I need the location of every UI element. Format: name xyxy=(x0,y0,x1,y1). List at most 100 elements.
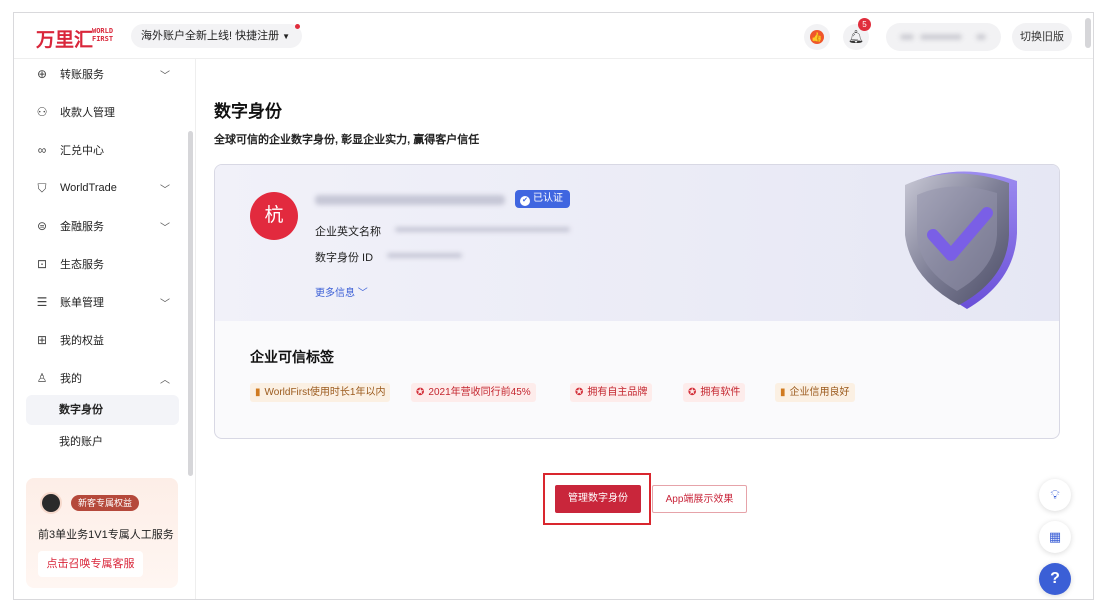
sidebar-item-label: 转账服务 xyxy=(60,69,104,81)
verified-label: 已认证 xyxy=(533,193,563,204)
bell-icon: 🔔︎ xyxy=(847,29,865,44)
service-agent-avatar xyxy=(40,492,62,514)
shield-check-illustration xyxy=(905,171,1017,309)
user-account-pill[interactable] xyxy=(886,23,1001,51)
gift-icon: ⊞ xyxy=(36,333,48,347)
sidebar-item-mine[interactable]: ♙ 我的 ︿ xyxy=(26,363,180,393)
sidebar-item-payee[interactable]: ⚇ 收款人管理 xyxy=(26,97,180,127)
top-header: 万里汇 WORLD FIRST 海外账户全新上线! 快捷注册 ▼ 👍 🔔︎ 5 切… xyxy=(14,13,1093,59)
identity-card: 杭 ✔ 已认证 企业英文名称 数字身份 ID 更多信息 ﹀ 企业可信标签 ▮ W… xyxy=(214,164,1060,439)
logo-english-line2: FIRST xyxy=(92,35,114,43)
finance-icon: ⊜ xyxy=(36,219,48,233)
promo-dot-icon xyxy=(295,24,301,29)
shield-check-icon: ✔ xyxy=(520,196,530,206)
sidebar-item-finance[interactable]: ⊜ 金融服务 ﹀ xyxy=(26,211,180,241)
user-icon: ♙ xyxy=(36,371,48,385)
notification-badge: 5 xyxy=(858,18,871,31)
chevron-up-icon: ︿ xyxy=(160,374,170,386)
chevron-down-icon: ﹀ xyxy=(160,70,170,82)
caret-down-icon: ▼ xyxy=(282,32,291,41)
sidebar-subitem-my-account[interactable]: 我的账户 xyxy=(26,427,179,457)
english-name-value-blurred xyxy=(395,227,570,232)
payee-icon: ⚇ xyxy=(36,105,48,119)
trust-tag-label: 拥有软件 xyxy=(700,387,741,398)
digital-id-value-blurred xyxy=(387,253,462,258)
bookmark-icon: ▮ xyxy=(780,387,786,398)
sidebar-item-label: 收款人管理 xyxy=(60,107,115,119)
trust-tag: ▮ WorldFirst使用时长1年以内 xyxy=(250,383,391,402)
sidebar: ⊕ 转账服务 ﹀ ⚇ 收款人管理 ∞ 汇兑中心 ⛉ WorldTrade ﹀ ⊜… xyxy=(14,59,196,599)
sidebar-item-benefits[interactable]: ⊞ 我的权益 xyxy=(26,325,180,355)
sidebar-item-label: 账单管理 xyxy=(60,297,104,309)
lightbulb-button[interactable]: 💡︎ xyxy=(1039,479,1071,511)
switch-old-version-button[interactable]: 切换旧版 xyxy=(1012,23,1072,51)
sidebar-item-label: 汇兑中心 xyxy=(60,145,104,157)
page-title: 数字身份 xyxy=(214,102,282,121)
user-avatar-blurred xyxy=(900,34,914,40)
sidebar-subitem-digital-identity[interactable]: 数字身份 xyxy=(26,395,179,425)
company-name-blurred xyxy=(315,195,505,205)
qr-code-button[interactable]: ▦ xyxy=(1039,521,1071,553)
trust-tag-label: WorldFirst使用时长1年以内 xyxy=(264,387,386,398)
exchange-icon: ∞ xyxy=(37,143,47,157)
page-scrollbar-thumb[interactable] xyxy=(1085,18,1091,48)
chevron-down-icon: ﹀ xyxy=(160,222,170,234)
promo-banner[interactable]: 海外账户全新上线! 快捷注册 ▼ xyxy=(131,24,303,48)
company-avatar: 杭 xyxy=(250,192,298,240)
sidebar-item-ecosystem[interactable]: ⊡ 生态服务 xyxy=(26,249,180,279)
sidebar-item-label: 我的 xyxy=(60,373,82,385)
trust-tag: ✪ 拥有自主品牌 xyxy=(570,383,653,402)
sidebar-item-label: 生态服务 xyxy=(60,259,104,271)
digital-id-label: 数字身份 ID xyxy=(315,252,374,264)
page-subtitle: 全球可信的企业数字身份, 彰显企业实力, 赢得客户信任 xyxy=(214,134,480,146)
user-menu-blurred xyxy=(976,34,986,40)
chevron-down-icon: ﹀ xyxy=(357,288,368,299)
vip-description: 前3单业务1V1专属人工服务 xyxy=(38,529,174,541)
chevron-down-icon: ﹀ xyxy=(160,298,170,310)
sidebar-item-label: 金融服务 xyxy=(60,221,104,233)
medal-icon: ✪ xyxy=(575,387,584,398)
thumbs-up-icon: 👍 xyxy=(810,30,824,44)
sidebar-item-bills[interactable]: ☰ 账单管理 ﹀ xyxy=(26,287,180,317)
thumbs-up-button[interactable]: 👍 xyxy=(804,24,830,50)
more-info-label: 更多信息 xyxy=(315,288,355,299)
trust-tag: ✪ 2021年营收同行前45% xyxy=(411,383,536,402)
sidebar-item-worldtrade[interactable]: ⛉ WorldTrade ﹀ xyxy=(26,173,180,203)
user-name-blurred xyxy=(920,34,962,40)
medal-icon: ✪ xyxy=(688,387,697,398)
bookmark-icon: ▮ xyxy=(255,387,261,398)
qr-code-icon: ▦ xyxy=(1048,529,1062,544)
trust-tags-title: 企业可信标签 xyxy=(250,349,334,365)
chevron-down-icon: ﹀ xyxy=(160,184,170,196)
english-name-label: 企业英文名称 xyxy=(315,226,381,238)
logo-text[interactable]: 万里汇 xyxy=(36,25,93,52)
trust-tag-label: 企业信用良好 xyxy=(789,387,850,398)
lightbulb-icon: 💡︎ xyxy=(1050,487,1060,502)
vip-tag: 新客专属权益 xyxy=(71,495,140,511)
notification-button[interactable]: 🔔︎ 5 xyxy=(843,18,871,50)
sidebar-item-exchange[interactable]: ∞ 汇兑中心 xyxy=(26,135,180,165)
medal-icon: ✪ xyxy=(416,387,425,398)
trust-tag-label: 拥有自主品牌 xyxy=(587,387,648,398)
help-button[interactable]: ? xyxy=(1039,563,1071,595)
more-info-link[interactable]: 更多信息 ﹀ xyxy=(315,284,368,299)
app-window: 万里汇 WORLD FIRST 海外账户全新上线! 快捷注册 ▼ 👍 🔔︎ 5 切… xyxy=(13,12,1094,600)
vip-service-card: 新客专属权益 前3单业务1V1专属人工服务 点击召唤专属客服 xyxy=(26,478,178,588)
logo-english: WORLD FIRST xyxy=(92,27,113,43)
highlight-box: 管理数字身份 xyxy=(543,473,651,525)
ecosystem-icon: ⊡ xyxy=(36,257,48,271)
verified-badge: ✔ 已认证 xyxy=(515,190,570,208)
sidebar-scrollbar-thumb[interactable] xyxy=(188,131,193,476)
trust-tag: ▮ 企业信用良好 xyxy=(775,383,855,402)
worldtrade-icon: ⛉ xyxy=(37,180,47,195)
summon-service-button[interactable]: 点击召唤专属客服 xyxy=(38,551,143,577)
sidebar-item-transfer[interactable]: ⊕ 转账服务 ﹀ xyxy=(26,59,180,89)
help-icon: ? xyxy=(1050,570,1060,587)
app-preview-button[interactable]: App端展示效果 xyxy=(652,485,747,513)
sidebar-item-label: 我的权益 xyxy=(60,335,104,347)
trust-tag: ✪ 拥有软件 xyxy=(683,383,746,402)
promo-text: 海外账户全新上线! 快捷注册 xyxy=(141,30,280,42)
logo-english-line1: WORLD xyxy=(92,27,114,35)
manage-digital-identity-button[interactable]: 管理数字身份 xyxy=(555,485,641,513)
bill-icon: ☰ xyxy=(36,295,48,309)
